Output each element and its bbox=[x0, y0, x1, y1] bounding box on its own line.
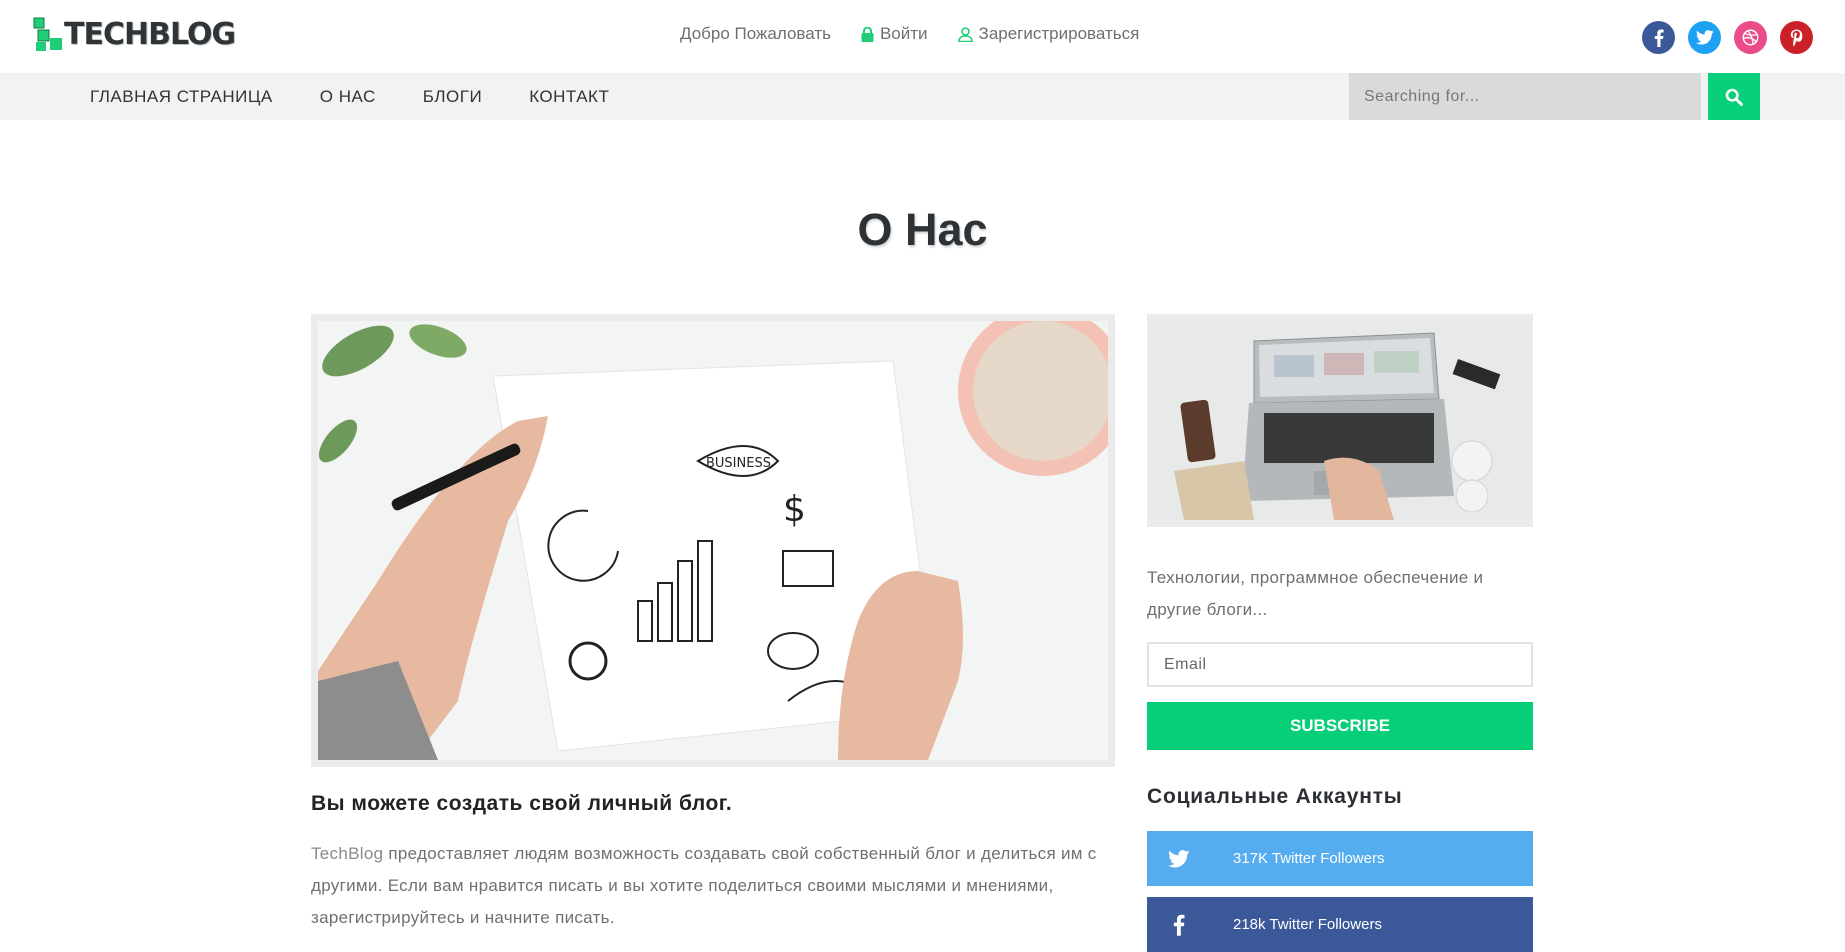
twitter-followers-bar[interactable]: 317K Twitter Followers bbox=[1147, 831, 1533, 886]
page-title: О Нас bbox=[857, 204, 988, 255]
register-link[interactable]: Зарегистрироваться bbox=[957, 24, 1140, 44]
welcome-link[interactable]: Добро Пожаловать bbox=[680, 24, 831, 44]
logo-cubes-icon bbox=[33, 17, 62, 51]
post-brand: TechBlog bbox=[311, 844, 384, 863]
site-logo[interactable]: TECHBLOG bbox=[32, 16, 236, 52]
sidebar-description: Технологии, программное обеспечение и др… bbox=[1147, 568, 1484, 619]
welcome-label: Добро Пожаловать bbox=[680, 24, 831, 43]
register-label: Зарегистрироваться bbox=[978, 24, 1140, 43]
facebook-icon bbox=[1147, 914, 1211, 936]
user-icon bbox=[957, 26, 973, 42]
main-navbar: ГЛАВНАЯ СТРАНИЦА О НАС БЛОГИ КОНТАКТ bbox=[0, 73, 1845, 120]
facebook-icon[interactable] bbox=[1642, 21, 1675, 54]
twitter-followers-label: 317K Twitter Followers bbox=[1233, 850, 1385, 867]
social-accounts-heading: Социальные Аккаунты bbox=[1147, 785, 1403, 808]
post-text: TechBlog предоставляет людям возможность… bbox=[311, 838, 1111, 934]
post-body: предоставляет людям возможность создават… bbox=[311, 844, 1097, 927]
login-label: Войти bbox=[879, 24, 928, 43]
login-link[interactable]: Войти bbox=[861, 24, 928, 44]
email-field[interactable] bbox=[1147, 642, 1533, 687]
sidebar-image bbox=[1154, 321, 1526, 520]
svg-text:BUSINESS: BUSINESS bbox=[706, 456, 771, 471]
lock-icon bbox=[861, 26, 874, 42]
subscribe-button[interactable]: SUBSCRIBE bbox=[1147, 702, 1533, 750]
search-input[interactable] bbox=[1349, 73, 1701, 120]
nav-item-contact[interactable]: КОНТАКТ bbox=[529, 87, 609, 107]
search-button[interactable] bbox=[1708, 73, 1760, 120]
top-nav: Добро Пожаловать Войти Зарегистрироватьс… bbox=[680, 24, 1169, 44]
svg-text:$: $ bbox=[783, 489, 806, 530]
facebook-followers-label: 218k Twitter Followers bbox=[1233, 916, 1382, 933]
social-links bbox=[1629, 21, 1813, 54]
pinterest-icon[interactable] bbox=[1780, 21, 1813, 54]
nav-item-about[interactable]: О НАС bbox=[320, 87, 376, 107]
nav-item-home[interactable]: ГЛАВНАЯ СТРАНИЦА bbox=[90, 87, 273, 107]
facebook-followers-bar[interactable]: 218k Twitter Followers bbox=[1147, 897, 1533, 952]
dribbble-icon[interactable] bbox=[1734, 21, 1767, 54]
post-title: Вы можете создать свой личный блог. bbox=[311, 792, 733, 815]
logo-text: TECHBLOG bbox=[64, 16, 236, 52]
twitter-icon[interactable] bbox=[1688, 21, 1721, 54]
main-menu: ГЛАВНАЯ СТРАНИЦА О НАС БЛОГИ КОНТАКТ bbox=[90, 73, 656, 120]
nav-item-blogs[interactable]: БЛОГИ bbox=[423, 87, 482, 107]
search-icon bbox=[1725, 88, 1743, 106]
twitter-icon bbox=[1147, 849, 1211, 868]
hero-image-frame: BUSINESS $ bbox=[311, 314, 1115, 767]
sidebar-image-frame bbox=[1147, 314, 1533, 527]
top-bar: TECHBLOG Добро Пожаловать Войти Зарегист… bbox=[0, 0, 1845, 73]
hero-image: BUSINESS $ bbox=[318, 321, 1108, 760]
